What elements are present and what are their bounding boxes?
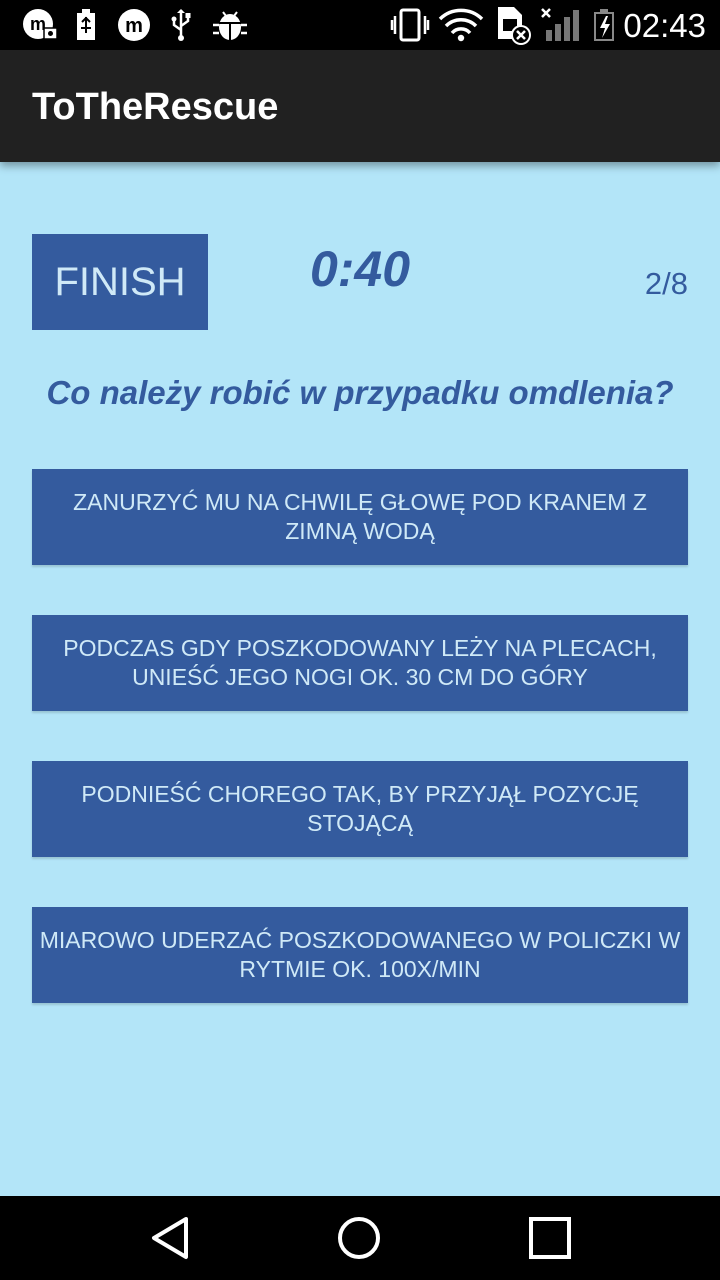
vibrate-icon	[390, 8, 430, 42]
svg-text:m: m	[125, 15, 143, 37]
battery-charging-icon	[592, 8, 616, 42]
status-bar: m m 02:43	[0, 0, 720, 50]
android-debug-icon	[212, 8, 248, 42]
signal-icon	[540, 8, 582, 42]
back-icon[interactable]	[140, 1210, 200, 1266]
wifi-icon	[438, 8, 484, 42]
question-progress: 2/8	[644, 266, 688, 301]
navigation-bar	[0, 1196, 720, 1280]
app-bar: ToTheRescue	[0, 50, 720, 162]
home-icon[interactable]	[329, 1210, 389, 1266]
answer-button-1[interactable]: ZANURZYĆ MU NA CHWILĘ GŁOWĘ POD KRANEM Z…	[32, 469, 688, 565]
battery-usb-icon	[74, 8, 98, 42]
finish-button[interactable]: FINISH	[32, 234, 208, 330]
quiz-timer: 0:40	[309, 241, 411, 297]
m-camera-icon: m	[22, 8, 58, 42]
question-text: Co należy robić w przypadku omdlenia?	[46, 374, 674, 411]
answer-button-4[interactable]: MIAROWO UDERZAĆ POSZKODOWANEGO W POLICZK…	[32, 907, 688, 1003]
m-icon: m	[116, 8, 152, 42]
recents-icon[interactable]	[520, 1210, 580, 1266]
answer-button-2[interactable]: PODCZAS GDY POSZKODOWANY LEŻY NA PLECACH…	[32, 615, 688, 711]
clock-time: 02:43	[623, 7, 706, 44]
usb-icon	[168, 8, 194, 42]
sim-error-icon	[494, 7, 534, 45]
app-title: ToTheRescue	[32, 86, 279, 128]
answer-button-3[interactable]: PODNIEŚĆ CHOREGO TAK, BY PRZYJĄŁ POZYCJĘ…	[32, 761, 688, 857]
